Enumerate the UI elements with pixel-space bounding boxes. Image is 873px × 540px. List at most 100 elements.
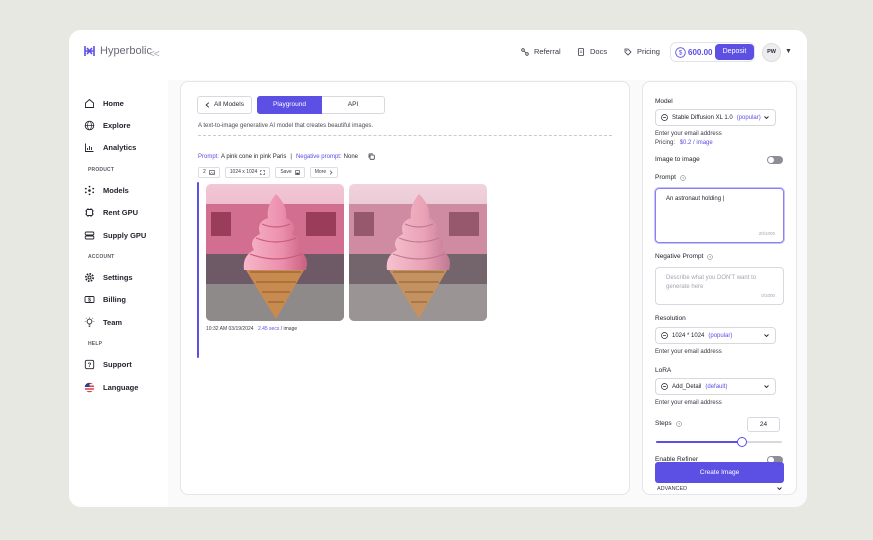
resolution-select[interactable]: 1024 * 1024 (popular) xyxy=(655,327,776,344)
create-image-button[interactable]: Create Image xyxy=(655,462,784,483)
chevron-down-icon xyxy=(764,385,769,389)
steps-input[interactable]: 24 xyxy=(747,417,780,432)
more-button[interactable]: More xyxy=(309,167,339,178)
negative-prompt-label-text: Negative Prompt xyxy=(655,253,704,260)
sidebar-item-settings[interactable]: Settings xyxy=(84,272,133,283)
advanced-toggle[interactable]: ADVANCED xyxy=(657,486,687,492)
negative-prompt-placeholder: Describe what you DON'T want to generate… xyxy=(666,275,757,290)
image-to-image-toggle[interactable] xyxy=(767,156,783,164)
steps-slider[interactable] xyxy=(656,437,782,447)
lora-icon xyxy=(661,383,668,390)
sidebar-item-explore[interactable]: Explore xyxy=(84,120,131,131)
bar-chart-icon xyxy=(85,143,94,152)
copy-icon[interactable] xyxy=(368,153,375,160)
image-count: 2 xyxy=(203,169,206,175)
all-models-button[interactable]: All Models xyxy=(197,96,252,114)
playground-card: All Models Playground API A text-to-imag… xyxy=(180,81,630,495)
nav-pricing[interactable]: Pricing xyxy=(624,47,660,56)
dollar-coin-icon: $ xyxy=(675,47,686,58)
svg-text:$: $ xyxy=(679,50,683,57)
generated-image-1[interactable] xyxy=(206,184,344,321)
result-per-image: / image xyxy=(280,326,298,332)
sidebar-item-team[interactable]: Team xyxy=(84,317,122,328)
globe-icon xyxy=(84,120,95,131)
section-heading-product: PRODUCT xyxy=(88,167,115,173)
model-tag: (popular) xyxy=(736,114,761,121)
chevron-right-icon xyxy=(329,170,333,175)
expand-icon xyxy=(260,170,266,175)
user-avatar[interactable]: PW xyxy=(762,43,781,62)
lightbulb-icon xyxy=(84,317,95,327)
sidebar-item-label: Team xyxy=(103,318,123,327)
negative-prompt-counter: 0/1000 xyxy=(761,293,775,298)
model-description: A text-to-image generative AI model that… xyxy=(198,123,374,129)
section-heading-help: HELP xyxy=(88,341,103,347)
brand-name: Hyperbolic xyxy=(100,45,152,57)
tab-api[interactable]: API xyxy=(322,96,385,114)
pricing-value: $0.2 / image xyxy=(679,140,713,146)
chevron-down-icon[interactable]: ▼ xyxy=(785,48,792,55)
help-circle-icon: ? xyxy=(707,253,714,260)
nav-pricing-label: Pricing xyxy=(637,47,660,56)
ice-cream-image xyxy=(206,184,344,321)
billing-icon: $ xyxy=(84,296,95,303)
generated-image-2[interactable] xyxy=(349,184,487,321)
prompt-textarea-value: An astronaut holding xyxy=(666,196,722,202)
resolution-label: Resolution xyxy=(655,315,686,322)
steps-slider-fill xyxy=(656,441,742,443)
sidebar-item-support[interactable]: ? Support xyxy=(84,359,132,370)
sidebar-item-label: Home xyxy=(103,99,124,108)
steps-slider-thumb[interactable] xyxy=(737,437,747,447)
help-icon: ? xyxy=(84,359,95,370)
negative-prompt-textarea[interactable]: Describe what you DON'T want to generate… xyxy=(655,267,784,305)
sidebar-item-language[interactable]: Language xyxy=(84,382,138,393)
deposit-button[interactable]: Deposit xyxy=(715,44,754,60)
document-icon xyxy=(578,47,584,56)
sidebar-item-home[interactable]: Home xyxy=(84,98,124,109)
sidebar-item-label: Settings xyxy=(103,273,133,282)
all-models-label: All Models xyxy=(214,101,244,108)
model-select[interactable]: Stable Diffusion XL 1.0 (popular) xyxy=(655,109,776,126)
chevron-down-icon xyxy=(764,116,769,120)
sidebar-item-supply-gpu[interactable]: Supply GPU xyxy=(84,230,146,241)
prompt-textarea[interactable]: An astronaut holding | 20/1000 xyxy=(655,188,784,243)
sidebar-item-models[interactable]: Models xyxy=(84,185,129,196)
pricing-line: Pricing: $0.2 / image xyxy=(655,140,713,146)
image-size: 1024 x 1024 xyxy=(229,169,258,175)
image-count-chip: 2 xyxy=(198,167,220,178)
prompt-label: Prompt ? xyxy=(655,174,686,181)
tab-playground[interactable]: Playground xyxy=(257,96,322,114)
pricing-label: Pricing: xyxy=(655,140,676,146)
save-button[interactable]: Save xyxy=(275,167,305,178)
model-hint: Enter your email address xyxy=(655,131,722,137)
section-heading-account: ACCOUNT xyxy=(88,254,115,260)
app-window: Hyperbolic << Referral Docs Pricing $ 60… xyxy=(69,30,807,507)
resolution-icon xyxy=(661,332,668,339)
result-duration: 2.45 secs xyxy=(257,326,280,332)
sidebar-item-analytics[interactable]: Analytics xyxy=(84,142,136,153)
models-icon xyxy=(84,185,95,196)
nav-referral[interactable]: Referral xyxy=(521,47,561,56)
svg-text:?: ? xyxy=(88,363,92,369)
prompt-counter: 20/1000 xyxy=(758,231,775,236)
balance-amount: 600.00 xyxy=(688,48,713,57)
negative-prompt-label: Negative Prompt ? xyxy=(655,253,714,260)
sidebar-item-label: Rent GPU xyxy=(103,208,139,217)
sidebar-item-label: Supply GPU xyxy=(103,231,147,240)
collapse-sidebar-button[interactable]: << xyxy=(149,49,160,60)
balance-widget: $ 600.00 Deposit xyxy=(670,42,755,62)
chevron-down-icon xyxy=(764,334,769,338)
prompt-label-text: Prompt xyxy=(655,174,676,181)
sidebar-item-rent-gpu[interactable]: Rent GPU xyxy=(84,207,138,218)
svg-text:?: ? xyxy=(709,255,711,259)
tag-icon xyxy=(624,48,632,56)
chevron-down-icon[interactable] xyxy=(776,485,783,492)
lora-select[interactable]: Add_Detail (default) xyxy=(655,378,776,395)
result-prompt-line: Prompt: A pink cone in pink Paris | Nega… xyxy=(198,153,375,160)
brand-logo[interactable]: Hyperbolic xyxy=(84,45,152,57)
chevron-left-icon xyxy=(205,102,210,108)
sidebar-item-billing[interactable]: $ Billing xyxy=(84,294,126,305)
steps-label: Steps ? xyxy=(655,420,682,427)
nav-docs[interactable]: Docs xyxy=(577,47,607,56)
negative-prompt-label: Negative prompt: xyxy=(295,153,342,160)
